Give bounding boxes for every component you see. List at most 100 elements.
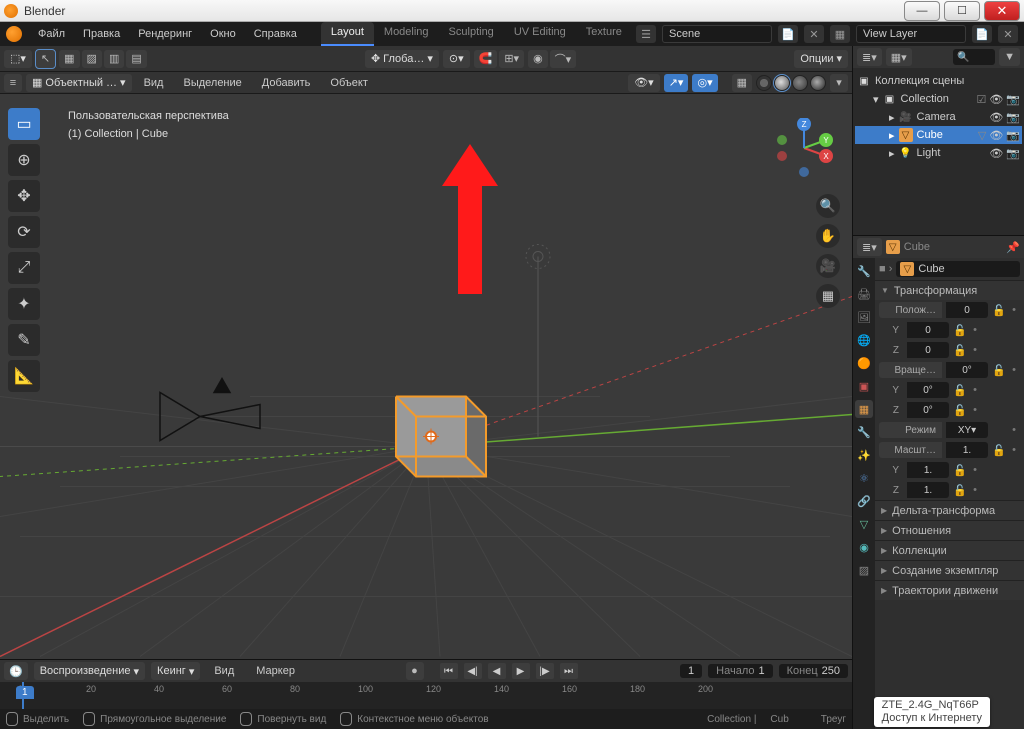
lock-icon[interactable]: 🔓: [953, 484, 965, 497]
field-rot-x[interactable]: 0°: [946, 362, 988, 378]
proportional-falloff-icon[interactable]: ⌒▾: [550, 50, 577, 68]
tool-select-box[interactable]: ▭: [8, 108, 40, 140]
play-button[interactable]: ▶: [512, 663, 530, 679]
tab-modeling[interactable]: Modeling: [374, 22, 439, 46]
ptab-material[interactable]: ◉: [855, 538, 873, 556]
panel-relations[interactable]: ▶Отношения: [875, 520, 1024, 540]
menu-help[interactable]: Справка: [246, 25, 305, 43]
lock-icon[interactable]: 🔓: [953, 324, 965, 337]
tool-cursor[interactable]: ⊕: [8, 144, 40, 176]
field-scale-y[interactable]: 1.: [907, 462, 949, 478]
outliner-search-icon[interactable]: 🔍: [953, 49, 995, 65]
options-dropdown[interactable]: Опции ▾: [794, 50, 848, 68]
tool-scale[interactable]: ⤢: [8, 252, 40, 284]
render-icon[interactable]: 📷: [1006, 147, 1020, 160]
ptab-mesh[interactable]: ▽: [855, 515, 873, 533]
viewport-3d[interactable]: Пользовательская перспектива (1) Collect…: [0, 94, 852, 659]
tool-measure[interactable]: 📐: [8, 360, 40, 392]
gizmo-toggle-button[interactable]: ↗▾: [664, 74, 689, 92]
ptab-texture[interactable]: ▨: [855, 561, 873, 579]
cursor-tool-icon[interactable]: ↖: [36, 50, 55, 68]
menu-select-3d[interactable]: Выделение: [175, 74, 249, 92]
snap-options-icon[interactable]: ⊞▾: [499, 50, 524, 68]
panel-transform[interactable]: ▼Трансформация: [875, 280, 1024, 300]
outliner-display-icon[interactable]: ▦▾: [886, 48, 912, 66]
pan-button[interactable]: ✋: [816, 224, 840, 248]
render-icon[interactable]: 📷: [1006, 93, 1020, 106]
mesh-data-icon[interactable]: ▽: [978, 129, 986, 142]
menu-render[interactable]: Рендеринг: [130, 25, 200, 43]
ptab-render[interactable]: 🔧: [855, 262, 873, 280]
restrict-icon[interactable]: ☑: [976, 93, 986, 106]
tool-annotate[interactable]: ✎: [8, 324, 40, 356]
panel-instancing[interactable]: ▶Создание экземпляр: [875, 560, 1024, 580]
menu-window[interactable]: Окно: [202, 25, 244, 43]
scene-new-button[interactable]: 📄: [778, 25, 798, 43]
panel-delta[interactable]: ▶Дельта-трансформа: [875, 500, 1024, 520]
menu-file[interactable]: Файл: [30, 25, 73, 43]
lock-icon[interactable]: 🔓: [953, 404, 965, 417]
orientation-dropdown[interactable]: ✥ Глоба… ▾: [365, 50, 439, 68]
blender-logo-icon[interactable]: [6, 26, 22, 42]
object-name-field[interactable]: ▽ Cube: [896, 261, 1020, 277]
panel-motion-paths[interactable]: ▶Траектории движени: [875, 580, 1024, 600]
keying-dropdown[interactable]: Кеинг ▾: [151, 662, 200, 680]
tab-layout[interactable]: Layout: [321, 22, 374, 46]
tab-texture-paint[interactable]: Texture: [576, 22, 632, 46]
playback-dropdown[interactable]: Воспроизведение ▾: [34, 662, 145, 680]
current-frame-field[interactable]: 1: [680, 664, 702, 678]
outliner-filter-icon[interactable]: ▼: [999, 48, 1020, 66]
snap-toggle-icon[interactable]: 🧲: [474, 50, 498, 68]
scene-icon[interactable]: ☰: [636, 25, 656, 43]
view-layer-icon[interactable]: ▦: [830, 25, 850, 43]
ptab-collection[interactable]: ▣: [855, 377, 873, 395]
field-scale-x[interactable]: 1.: [946, 442, 988, 458]
proportional-toggle-icon[interactable]: ◉: [528, 50, 548, 68]
menu-view-3d[interactable]: Вид: [136, 74, 172, 92]
tree-collection[interactable]: ▾ ▣ Collection ☑👁📷: [855, 90, 1022, 108]
eye-icon[interactable]: 👁: [989, 129, 1003, 142]
ptab-modifiers[interactable]: 🔧: [855, 423, 873, 441]
field-rot-y[interactable]: 0°: [907, 382, 949, 398]
lock-icon[interactable]: 🔓: [953, 344, 965, 357]
view-layer-field[interactable]: View Layer: [856, 25, 966, 43]
timeline-editor-icon[interactable]: 🕒: [4, 662, 28, 680]
start-frame-field[interactable]: Начало 1: [708, 664, 772, 678]
props-editor-icon[interactable]: ≣▾: [857, 238, 882, 256]
end-frame-field[interactable]: Конец 250: [779, 664, 848, 678]
field-scale-z[interactable]: 1.: [907, 482, 949, 498]
play-reverse-button[interactable]: ◀: [488, 663, 506, 679]
scene-field[interactable]: Scene: [662, 25, 772, 43]
keyframe-next-button[interactable]: |▶: [536, 663, 554, 679]
timeline-track[interactable]: 0 20 40 60 80 100 120 140 160 180 200 1: [0, 682, 852, 709]
zoom-button[interactable]: 🔍: [816, 194, 840, 218]
ptab-view-layer[interactable]: 🖼: [855, 308, 873, 326]
timeline-view[interactable]: Вид: [206, 662, 242, 680]
eye-icon[interactable]: 👁: [989, 111, 1003, 124]
visibility-dropdown[interactable]: 👁▾: [628, 74, 660, 92]
autokey-toggle[interactable]: ●: [406, 662, 424, 680]
view-layer-new-button[interactable]: 📄: [972, 25, 992, 43]
menu-edit[interactable]: Правка: [75, 25, 128, 43]
shading-options-dropdown[interactable]: ▾: [830, 74, 848, 92]
eye-icon[interactable]: 👁: [989, 147, 1003, 160]
select-visible-icon[interactable]: ▦: [59, 50, 79, 68]
menu-object-3d[interactable]: Объект: [322, 74, 375, 92]
ptab-world[interactable]: 🟠: [855, 354, 873, 372]
shading-rendered[interactable]: [810, 75, 826, 91]
ptab-object[interactable]: ▦: [855, 400, 873, 418]
orientation-gizmo[interactable]: X Y Z: [774, 118, 834, 178]
editor-select-icon[interactable]: ≡: [4, 74, 22, 92]
tree-camera[interactable]: ▸ 🎥 Camera 👁📷: [855, 108, 1022, 126]
pivot-dropdown[interactable]: ⊙▾: [443, 50, 470, 68]
outliner-editor-icon[interactable]: ≣▾: [857, 48, 882, 66]
lock-icon[interactable]: 🔓: [953, 464, 965, 477]
panel-collections[interactable]: ▶Коллекции: [875, 540, 1024, 560]
menu-add-3d[interactable]: Добавить: [254, 74, 319, 92]
overlay-toggle-button[interactable]: ◎▾: [692, 74, 717, 92]
select-none-icon[interactable]: ▤: [126, 50, 146, 68]
shading-solid[interactable]: [774, 75, 790, 91]
tab-uv-editing[interactable]: UV Editing: [504, 22, 576, 46]
jump-start-button[interactable]: ⏮: [440, 663, 458, 679]
select-all-icon[interactable]: ▥: [104, 50, 124, 68]
